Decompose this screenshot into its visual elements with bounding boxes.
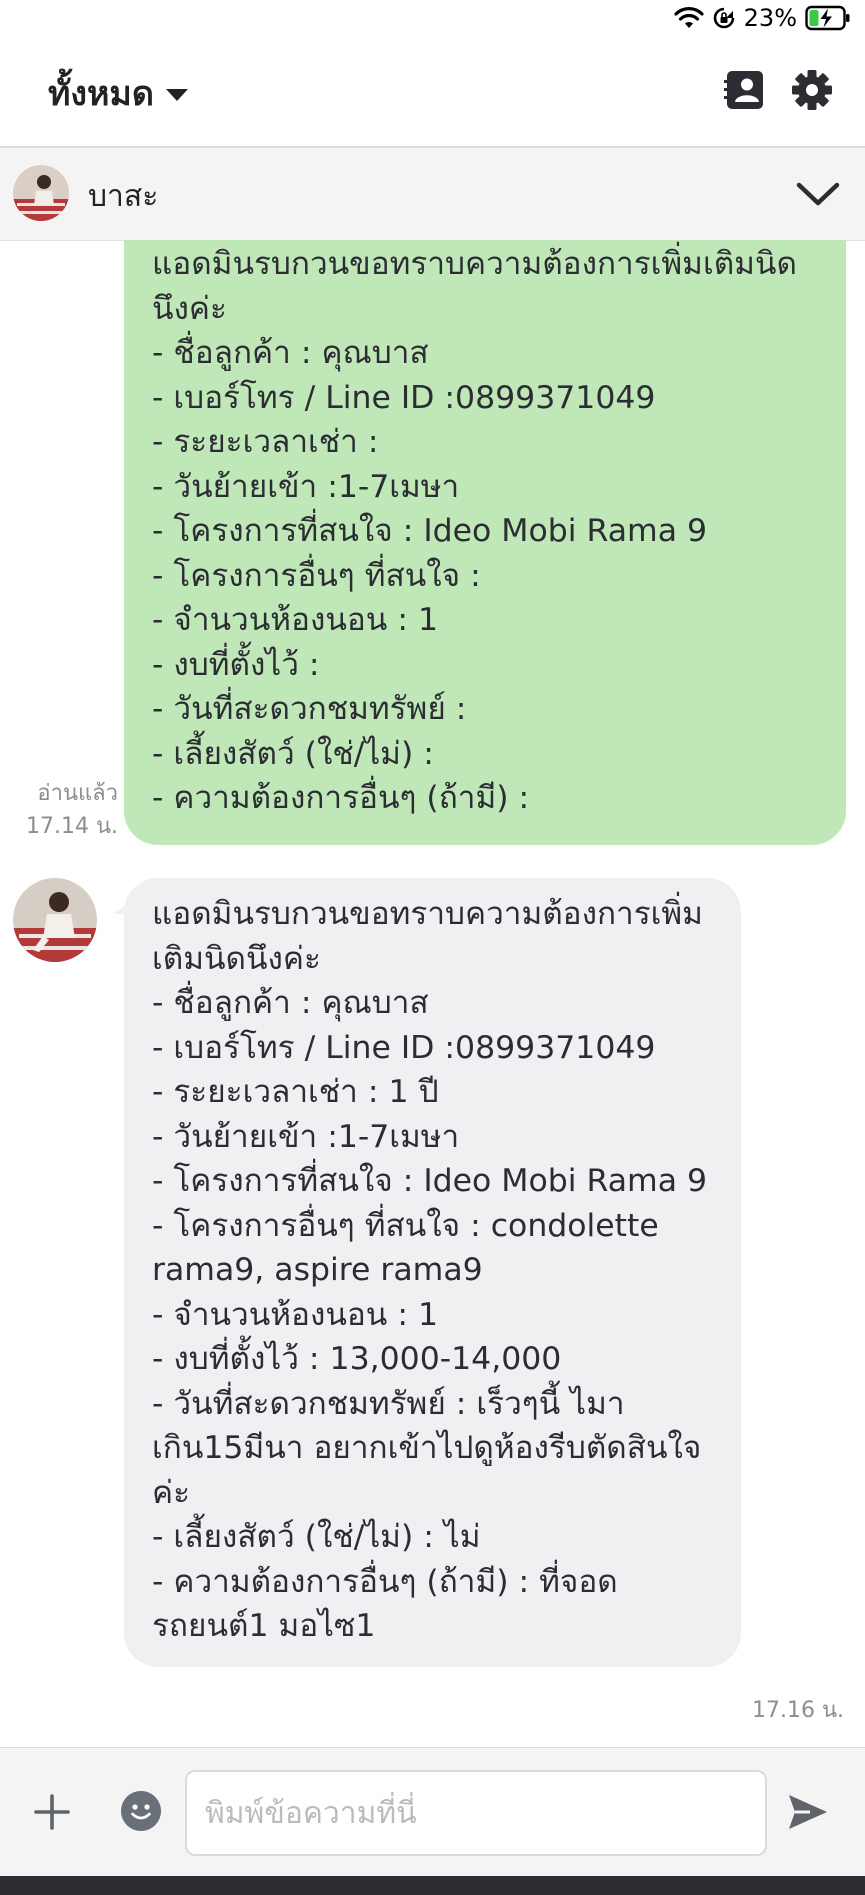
message-input-bar <box>0 1747 865 1876</box>
gear-icon[interactable] <box>790 68 834 112</box>
chat-header[interactable]: บาสะ <box>0 148 865 241</box>
message-list[interactable]: แอดมินรบกวนขอทราบความต้องการเพิ่มเติมนิด… <box>0 240 865 1746</box>
outgoing-message-bubble[interactable]: แอดมินรบกวนขอทราบความต้องการเพิ่มเติมนิด… <box>124 240 846 845</box>
top-bar: ทั้งหมด <box>0 40 865 148</box>
status-bar: 23% <box>0 0 865 40</box>
system-navigation-bar <box>0 1876 865 1895</box>
contact-card-icon[interactable] <box>723 68 767 112</box>
caret-down-icon <box>165 89 188 101</box>
message-time: 17.16 น. <box>752 1698 845 1723</box>
chat-filter-label: ทั้งหมด <box>48 74 154 114</box>
contact-name: บาสะ <box>88 179 159 214</box>
chat-filter-dropdown[interactable]: ทั้งหมด <box>48 66 188 120</box>
contact-avatar[interactable] <box>13 165 69 221</box>
chevron-down-icon[interactable] <box>795 176 841 212</box>
plus-icon[interactable] <box>30 1790 74 1834</box>
message-input[interactable] <box>185 1770 767 1856</box>
outgoing-message-meta: อ่านแล้ว 17.14 น. <box>10 777 118 843</box>
wifi-icon <box>674 7 704 28</box>
incoming-message-bubble[interactable]: แอดมินรบกวนขอทราบความต้องการเพิ่มเติมนิด… <box>124 878 741 1667</box>
emoji-icon[interactable] <box>121 1791 161 1831</box>
read-receipt: อ่านแล้ว <box>37 781 118 806</box>
sender-avatar[interactable] <box>13 878 97 962</box>
message-time: 17.14 น. <box>25 814 118 839</box>
battery-charging-icon <box>805 5 850 31</box>
battery-percent: 23% <box>743 4 797 32</box>
send-icon[interactable] <box>786 1792 830 1832</box>
rotation-lock-icon <box>713 7 734 29</box>
